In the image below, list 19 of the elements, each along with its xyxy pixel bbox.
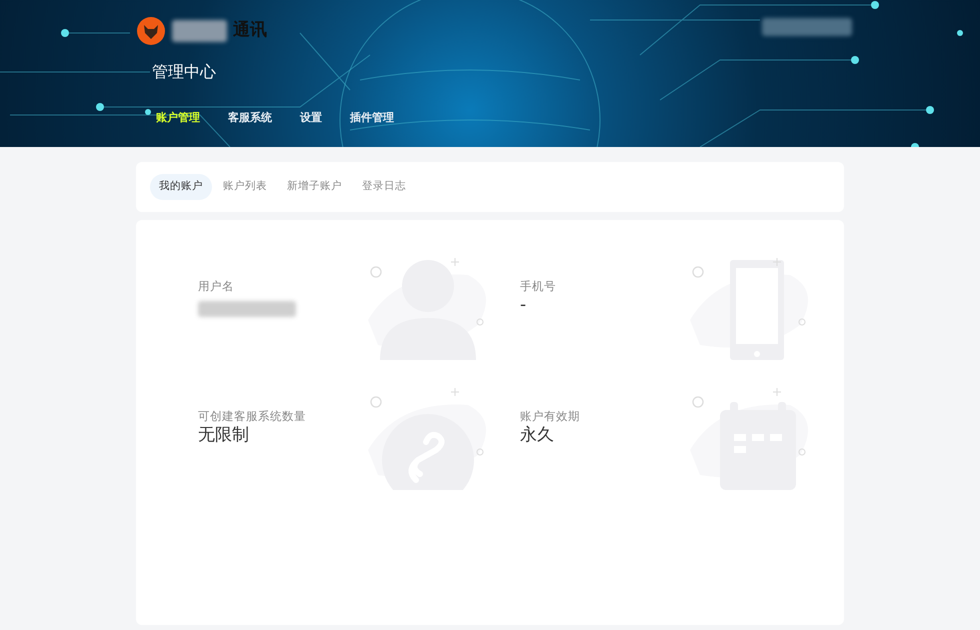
redacted-text — [172, 20, 227, 42]
nav-link[interactable]: 插件管理 — [344, 110, 400, 126]
field-value: 永久 — [520, 425, 555, 446]
brand-name: 通讯 — [233, 19, 267, 42]
nav-link[interactable]: 设置 — [294, 110, 328, 126]
tab[interactable]: 账户列表 — [214, 174, 276, 200]
page-title: 管理中心 — [152, 61, 217, 83]
field-value: - — [520, 295, 528, 316]
field-label: 可创建客服系统数量 — [198, 408, 307, 425]
nav-link[interactable]: 客服系统 — [222, 110, 278, 126]
nav-link[interactable]: 账户管理 — [150, 110, 206, 126]
tab[interactable]: 我的账户 — [150, 174, 212, 200]
field-label: 手机号 — [520, 278, 557, 295]
tab[interactable]: 登录日志 — [353, 174, 415, 200]
field-label: 账户有效期 — [520, 408, 581, 425]
fox-logo-icon — [136, 16, 166, 46]
field-label: 用户名 — [198, 278, 235, 295]
field-value: 无限制 — [198, 425, 250, 446]
tab[interactable]: 新增子账户 — [278, 174, 351, 200]
